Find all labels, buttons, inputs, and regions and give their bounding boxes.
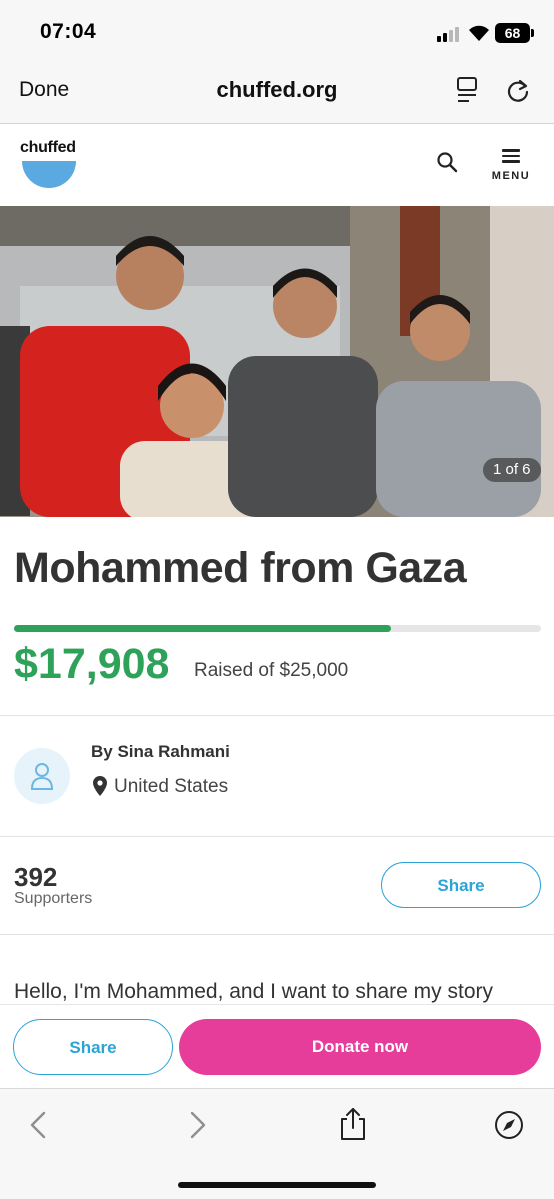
menu-button[interactable]: MENU [489, 149, 533, 189]
progress-fill [14, 625, 392, 632]
status-bar: 07:04 68 [0, 0, 554, 62]
share-button-bottom[interactable]: Share [13, 1019, 173, 1075]
logo-text: chuffed [20, 139, 76, 156]
battery-tip [531, 29, 534, 37]
browser-top-bar: Done chuffed.org [0, 62, 554, 124]
divider [0, 715, 554, 716]
compass-icon[interactable] [494, 1110, 524, 1140]
story-text: Hello, I'm Mohammed, and I want to share… [14, 980, 494, 1003]
campaign-photo-illustration [0, 206, 554, 517]
progress-bar [14, 625, 541, 632]
battery-icon: 68 [495, 23, 530, 43]
hamburger-menu-icon [502, 149, 520, 163]
menu-label: MENU [491, 170, 531, 182]
supporters-label: Supporters [14, 890, 93, 907]
browser-toolbar [0, 1088, 554, 1199]
wifi-icon [469, 25, 489, 41]
reload-icon[interactable] [505, 77, 531, 103]
raised-amount: $17,908 [14, 640, 170, 688]
divider [0, 934, 554, 935]
home-indicator [178, 1182, 376, 1188]
organizer-name[interactable]: By Sina Rahmani [91, 742, 230, 762]
divider [0, 836, 554, 837]
raised-goal-label: Raised of $25,000 [194, 660, 349, 681]
share-icon[interactable] [338, 1107, 368, 1141]
campaign-title: Mohammed from Gaza [14, 544, 467, 592]
search-icon[interactable] [436, 151, 458, 173]
site-header: chuffed MENU [0, 125, 554, 205]
reader-icon[interactable] [455, 76, 479, 104]
user-icon [30, 763, 54, 790]
signal-icon [437, 26, 463, 42]
forward-icon[interactable] [182, 1110, 212, 1140]
action-bar: Share Donate now [0, 1004, 554, 1088]
share-button[interactable]: Share [381, 862, 541, 908]
location-pin-icon [93, 776, 107, 796]
photo-counter: 1 of 6 [483, 458, 541, 482]
donate-now-button[interactable]: Donate now [179, 1019, 541, 1075]
campaign-photo[interactable] [0, 206, 554, 517]
chuffed-logo[interactable]: chuffed [20, 139, 80, 189]
back-icon[interactable] [24, 1110, 54, 1140]
avatar [14, 748, 70, 804]
supporters-count: 392 [14, 862, 58, 892]
organizer-location: United States [114, 776, 229, 797]
logo-bowl-shape [22, 161, 76, 188]
status-time: 07:04 [40, 20, 97, 43]
